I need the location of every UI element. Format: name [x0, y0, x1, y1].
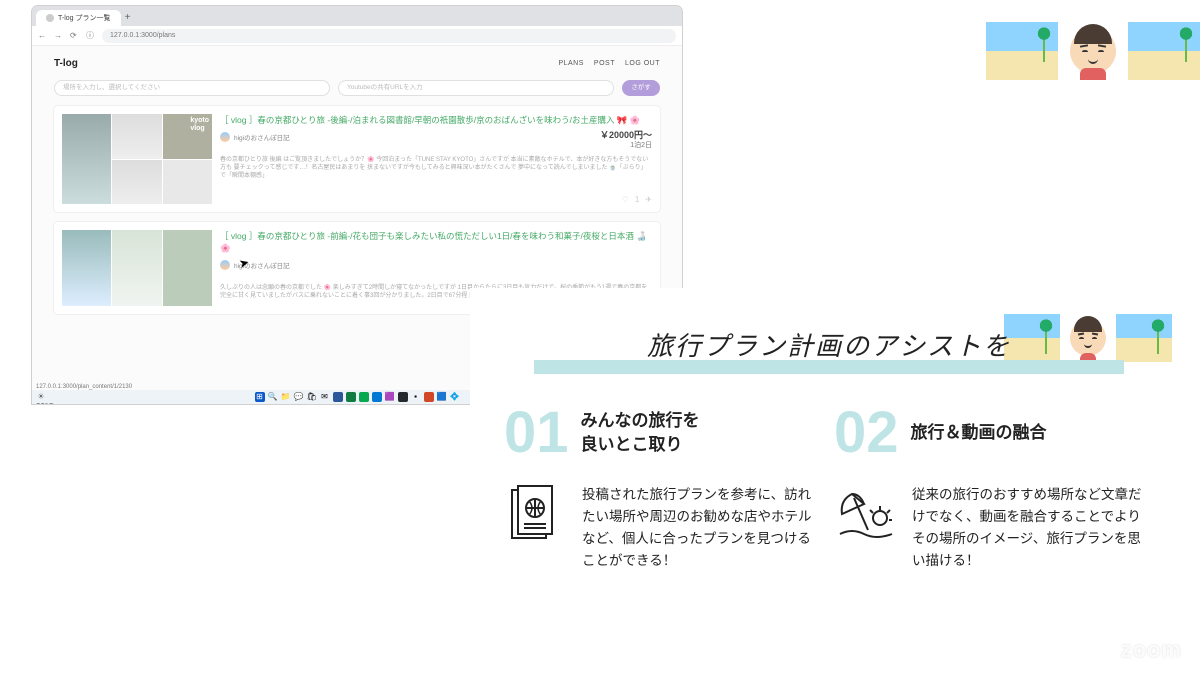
- terminal-icon[interactable]: ▪: [411, 392, 421, 402]
- back-icon[interactable]: ←: [38, 31, 48, 40]
- favicon: [46, 14, 54, 22]
- site-logo[interactable]: T-log: [54, 58, 78, 69]
- header-decoration: [560, 22, 1200, 80]
- tab-title: T-log プラン一覧: [58, 13, 111, 23]
- app-icon[interactable]: 🟦: [437, 392, 447, 402]
- place-input[interactable]: 場所を入力し、選択してください: [54, 80, 330, 96]
- author-name: higiのおさんぽ日記: [234, 132, 290, 142]
- weather-widget[interactable]: ☀ 29°C: [36, 392, 46, 402]
- like-count: 1: [635, 195, 639, 204]
- beach-umbrella-icon: [834, 484, 898, 548]
- reload-icon[interactable]: ⟳: [70, 31, 80, 40]
- youtube-url-input[interactable]: Youtubeの共有URLを入力: [338, 80, 614, 96]
- card-title: ［ vlog ］春の京都ひとり旅 -前編-/花も団子も楽しみたい私の慌ただしい1…: [220, 230, 652, 254]
- card-thumbnails: [62, 114, 212, 204]
- app-icon[interactable]: 💠: [450, 392, 460, 402]
- zoom-watermark: zoom: [1121, 637, 1182, 663]
- feature-column-1: 01 みんなの旅行を 良いとこ取り 投稿された旅行プランを参考に、訪れたい場所や…: [504, 404, 824, 572]
- vscode-icon[interactable]: [398, 392, 408, 402]
- line-icon[interactable]: [359, 392, 369, 402]
- word-icon[interactable]: [333, 392, 343, 402]
- app-icon[interactable]: 🟪: [385, 392, 395, 402]
- feature-column-2: 02 旅行＆動画の融合 従来の旅行のおすすめ場所など文章だけでなく、動画を融合す…: [834, 404, 1154, 572]
- beach-image: [986, 22, 1058, 80]
- feature-number: 02: [834, 404, 899, 462]
- card-title: ［ vlog ］春の京都ひとり旅 -後編-/泊まれる図書館/早朝の祇園散歩/京の…: [220, 114, 652, 126]
- beach-image: [1128, 22, 1200, 80]
- powerpoint-icon[interactable]: [424, 392, 434, 402]
- like-icon[interactable]: ♡: [622, 195, 629, 204]
- share-icon[interactable]: ✈: [645, 195, 652, 204]
- lock-icon: ⓘ: [86, 30, 96, 41]
- card-thumbnails: [62, 230, 212, 306]
- mail-icon[interactable]: ✉: [320, 392, 330, 402]
- feature-heading: みんなの旅行を 良いとこ取り: [581, 409, 700, 457]
- chat-icon[interactable]: 💬: [294, 392, 304, 402]
- passport-icon: [504, 484, 568, 548]
- plan-card[interactable]: ［ vlog ］春の京都ひとり旅 -後編-/泊まれる図書館/早朝の祇園散歩/京の…: [54, 106, 660, 212]
- search-row: 場所を入力し、選択してください Youtubeの共有URLを入力 さがす: [54, 80, 660, 96]
- feature-number: 01: [504, 404, 569, 462]
- feature-body: 従来の旅行のおすすめ場所など文章だけでなく、動画を融合することでよりその場所のイ…: [912, 484, 1154, 572]
- author-avatar-icon: [220, 132, 230, 142]
- cartoon-avatar: [1058, 22, 1128, 80]
- excel-icon[interactable]: [346, 392, 356, 402]
- card-description: 春の京都ひとり旅 後編 はご覧頂きましたでしょうか？🌸 今回泊まった「TUNE …: [220, 156, 652, 180]
- start-icon[interactable]: ⊞: [255, 392, 265, 402]
- search-button[interactable]: さがす: [622, 80, 660, 96]
- feature-body: 投稿された旅行プランを参考に、訪れたい場所や周辺のお勧めな店やホテルなど、個人に…: [582, 484, 824, 572]
- store-icon[interactable]: 🛍: [307, 392, 317, 402]
- card-duration: 1泊2日: [630, 140, 652, 150]
- edge-icon[interactable]: [372, 392, 382, 402]
- promo-slide: 旅行プラン計画のアシストを 01 みんなの旅行を 良いとこ取り: [470, 288, 1188, 668]
- slide-heading: 旅行プラン計画のアシストを: [504, 322, 1154, 363]
- forward-icon[interactable]: →: [54, 31, 64, 40]
- search-icon[interactable]: 🔍: [268, 392, 278, 402]
- new-tab-button[interactable]: +: [121, 10, 135, 26]
- browser-tab[interactable]: T-log プラン一覧: [36, 10, 121, 26]
- feature-heading: 旅行＆動画の融合: [911, 421, 1047, 445]
- explorer-icon[interactable]: 📁: [281, 392, 291, 402]
- author-avatar-icon: [220, 260, 230, 270]
